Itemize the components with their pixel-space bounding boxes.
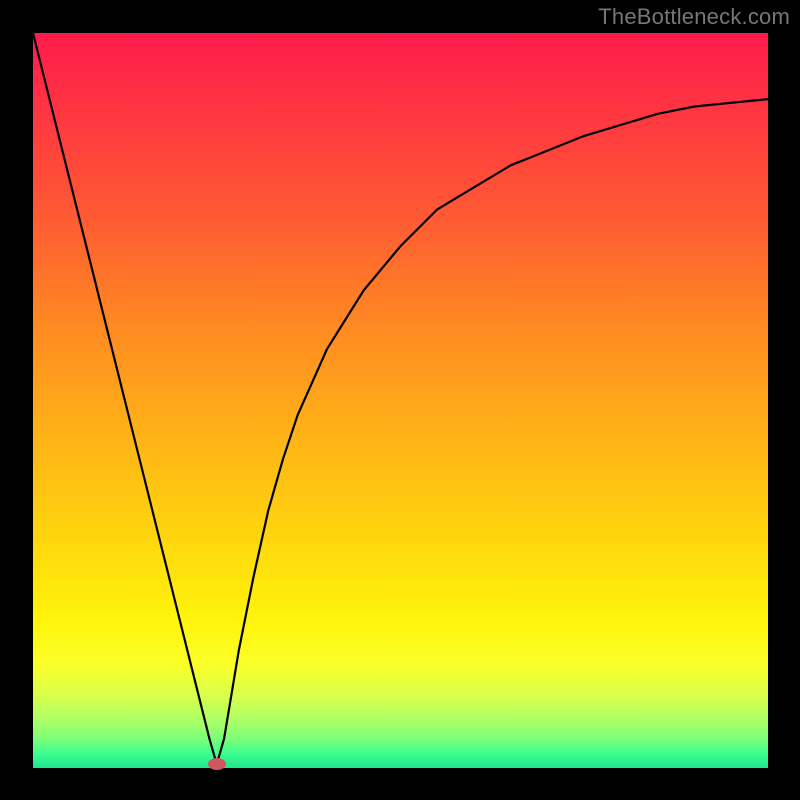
chart-frame: TheBottleneck.com [0,0,800,800]
optimum-marker [208,758,226,770]
plot-area [33,33,768,768]
watermark-text: TheBottleneck.com [598,4,790,30]
bottleneck-curve [33,33,768,764]
curve-svg [33,33,768,768]
